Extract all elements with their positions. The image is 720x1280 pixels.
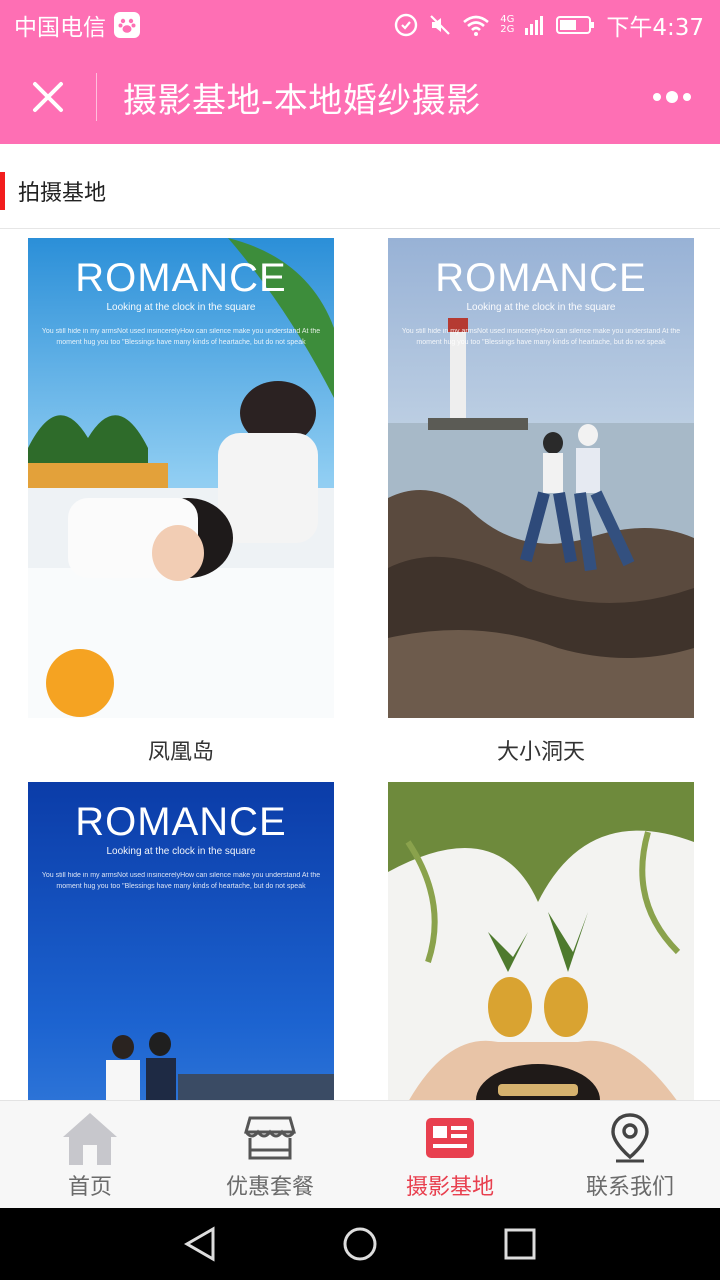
recents-square-icon — [504, 1228, 536, 1260]
dot-icon — [683, 93, 691, 101]
baidu-paw-icon — [114, 12, 140, 38]
tagline-text: Looking at the clock in the square — [466, 302, 616, 313]
location-photo — [388, 782, 694, 1100]
wifi-icon — [463, 15, 490, 36]
tab-label: 联系我们 — [585, 1175, 674, 1200]
location-grid: ROMANCE Looking at the clock in the squa… — [0, 238, 720, 1100]
home-circle-icon — [343, 1227, 377, 1261]
location-pin-icon — [611, 1113, 649, 1163]
page-title: 摄影基地-本地婚纱摄影 — [123, 80, 481, 121]
carrier-name: 中国电信 — [14, 15, 106, 41]
store-icon — [244, 1116, 296, 1160]
location-name: 凤凰岛 — [147, 740, 214, 765]
location-photo: ROMANCE Looking at the clock in the squa… — [28, 238, 334, 718]
location-card[interactable]: ROMANCE Looking at the clock in the squa… — [28, 782, 334, 1100]
system-nav-bar — [0, 1208, 720, 1280]
tab-label: 摄影基地 — [405, 1175, 494, 1200]
close-button[interactable] — [0, 50, 96, 144]
home-icon — [63, 1113, 117, 1165]
brand-text: ROMANCE — [75, 800, 287, 844]
back-triangle-icon — [183, 1226, 215, 1262]
hd-call-icon — [395, 13, 418, 37]
section-header: 拍摄基地 — [0, 172, 106, 210]
tab-label: 首页 — [67, 1175, 112, 1200]
location-photo: ROMANCE Looking at the clock in the squa… — [388, 238, 694, 718]
more-options-button[interactable] — [650, 80, 694, 114]
section-divider — [0, 228, 720, 229]
small-text: You still hide in my armsNot used insinc… — [41, 872, 321, 890]
mute-icon — [430, 15, 450, 35]
status-bar: 中国电信 4G 2G 下午4:37 — [0, 0, 720, 50]
tab-home[interactable]: 首页 — [0, 1101, 180, 1209]
battery-icon — [556, 16, 595, 34]
recents-button[interactable] — [490, 1214, 550, 1274]
small-text: You still hide in my armsNot used insinc… — [41, 328, 321, 346]
tab-packages[interactable]: 优惠套餐 — [180, 1101, 360, 1209]
tagline-text: Looking at the clock in the square — [106, 846, 256, 857]
tab-contact[interactable]: 联系我们 — [540, 1101, 720, 1209]
small-text: You still hide in my armsNot used insinc… — [401, 328, 681, 346]
back-button[interactable] — [170, 1214, 230, 1274]
tab-photo-base[interactable]: 摄影基地 — [360, 1101, 540, 1209]
location-card[interactable]: ROMANCE Looking at the clock in the squa… — [28, 238, 334, 782]
bottom-tab-bar: 首页 优惠套餐 摄影基地 联系我们 — [0, 1100, 720, 1208]
app-header: 摄影基地-本地婚纱摄影 — [0, 50, 720, 144]
home-button[interactable] — [330, 1214, 390, 1274]
photo-artwork — [388, 782, 694, 1100]
tab-label: 优惠套餐 — [225, 1175, 314, 1200]
close-icon — [33, 82, 63, 112]
dot-icon — [666, 91, 678, 103]
signal-icon — [525, 16, 544, 35]
brand-text: ROMANCE — [75, 256, 287, 300]
section-title: 拍摄基地 — [18, 181, 107, 206]
clock: 下午4:37 — [606, 15, 704, 41]
location-card[interactable]: ROMANCE Looking at the clock in the squa… — [388, 238, 694, 782]
news-card-icon — [426, 1118, 474, 1158]
tagline-text: Looking at the clock in the square — [106, 302, 256, 313]
location-name: 大小洞天 — [496, 740, 585, 765]
network-type: 4G 2G — [500, 14, 515, 35]
location-card[interactable] — [388, 782, 694, 1100]
section-accent-bar — [0, 172, 5, 210]
status-icons: 4G 2G 下午4:37 — [394, 0, 704, 50]
location-photo: ROMANCE Looking at the clock in the squa… — [28, 782, 334, 1100]
dot-icon — [653, 93, 661, 101]
brand-text: ROMANCE — [435, 256, 647, 300]
header-divider — [96, 73, 97, 121]
